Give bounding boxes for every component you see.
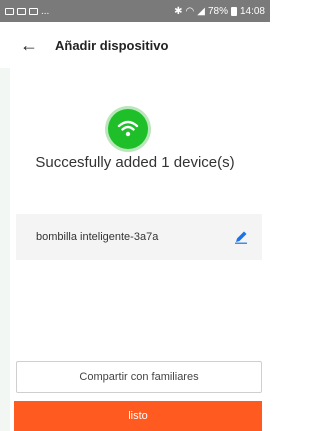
cell-signal-icon: ◢ [197,5,205,17]
status-bar: ... ✱ ◠ ◢ 78% 14:08 [0,0,270,22]
page-title: Añadir dispositivo [55,37,169,53]
image-notification-icon [17,7,26,15]
clock: 14:08 [239,5,265,17]
bluetooth-icon: ✱ [174,5,183,17]
wifi-signal-icon: ◠ [185,5,195,17]
status-indicators: ✱ ◠ ◢ 78% 14:08 [174,6,265,17]
gallery-notification-icon [5,7,14,15]
back-arrow-icon[interactable]: ← [20,36,42,54]
more-notifications: ... [41,5,50,17]
header: ← Añadir dispositivo [0,22,270,68]
status-notifications: ... [5,6,49,17]
pencil-icon[interactable] [232,228,250,246]
wifi-glyph [117,120,139,137]
pencil-glyph [235,231,247,244]
battery-percent: 78% [207,5,228,17]
device-name: bombilla inteligente-3a7a [36,231,159,243]
battery-icon [230,6,237,16]
success-message: Succesfully added 1 device(s) [35,154,235,171]
device-row: bombilla inteligente-3a7a [16,214,262,260]
side-strip [0,22,10,431]
message-notification-icon [29,7,38,15]
share-with-family-button[interactable]: Compartir con familiares [16,361,262,393]
done-button[interactable]: listo [14,401,262,431]
wifi-icon [108,109,148,149]
